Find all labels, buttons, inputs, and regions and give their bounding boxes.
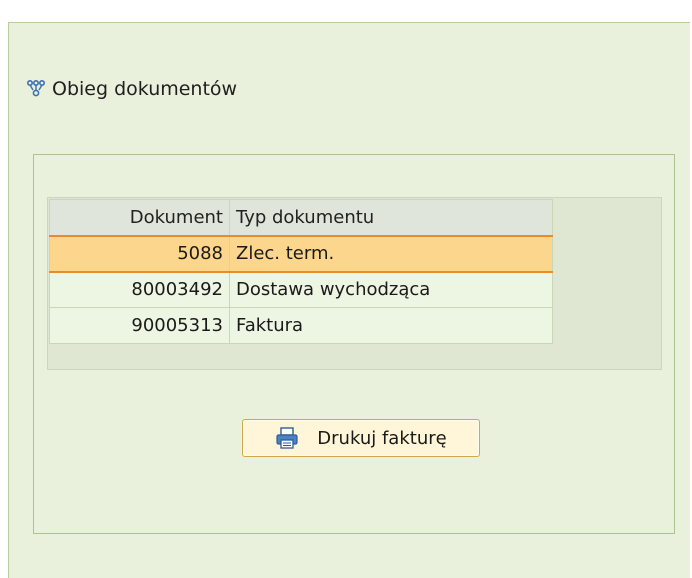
table-row[interactable]: 90005313 Faktura [49, 307, 553, 344]
table-row[interactable]: 5088 Zlec. term. [49, 234, 553, 273]
document-type-cell[interactable]: Zlec. term. [229, 234, 553, 273]
table-header-row: Dokument Typ dokumentu [49, 199, 553, 236]
document-type-cell[interactable]: Dostawa wychodząca [229, 271, 553, 308]
document-flow-icon [26, 79, 46, 98]
printer-icon [275, 427, 299, 449]
document-flow-table: Dokument Typ dokumentu 5088 Zlec. term. … [49, 199, 553, 344]
column-header-document[interactable]: Dokument [49, 199, 230, 236]
panel-header: Obieg dokumentów [26, 76, 237, 102]
table-row[interactable]: 80003492 Dostawa wychodząca [49, 271, 553, 308]
column-header-document-type[interactable]: Typ dokumentu [229, 199, 553, 236]
print-invoice-button[interactable]: Drukuj fakturę [242, 419, 480, 457]
panel-title: Obieg dokumentów [52, 78, 238, 100]
document-number-cell[interactable]: 90005313 [49, 307, 230, 344]
document-type-cell[interactable]: Faktura [229, 307, 553, 344]
document-number-cell[interactable]: 80003492 [49, 271, 230, 308]
document-number-cell[interactable]: 5088 [49, 234, 230, 273]
print-invoice-label: Drukuj fakturę [317, 427, 447, 449]
